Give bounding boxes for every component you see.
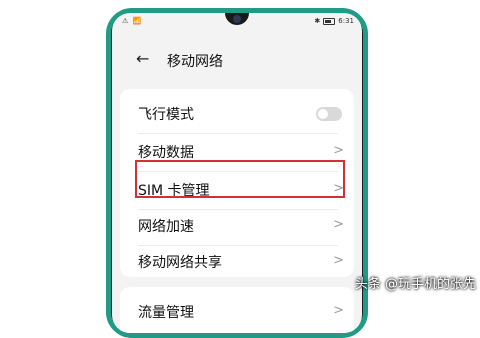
settings-row-airplane-mode[interactable]: 飞行模式 — [120, 95, 354, 133]
clock: 6:31 — [338, 17, 354, 25]
settings-row-label: 网络加速 — [138, 219, 194, 235]
status-right: ✱ 6:31 — [314, 17, 354, 25]
settings-row-label: 飞行模式 — [138, 107, 194, 123]
settings-card-2: 流量管理 > — [120, 287, 354, 333]
back-arrow-icon[interactable]: ← — [136, 49, 149, 69]
camera-notch — [225, 13, 249, 25]
settings-row-label: 移动数据 — [138, 145, 194, 161]
settings-row-label: 流量管理 — [138, 305, 194, 321]
toggle-knob — [318, 109, 328, 119]
chevron-right-icon: > — [333, 143, 344, 158]
chevron-right-icon: > — [333, 303, 344, 318]
settings-row-tethering[interactable]: 移动网络共享 > — [120, 243, 354, 281]
airplane-mode-toggle[interactable] — [316, 107, 342, 121]
watermark: 头条 @玩手机的张先 — [354, 277, 476, 292]
status-bar: ⚠ 📶 ✱ 6:31 — [112, 13, 362, 29]
bluetooth-icon: ✱ — [314, 17, 321, 25]
sim-management-highlight-box — [135, 160, 345, 198]
settings-row-data-usage[interactable]: 流量管理 > — [120, 293, 354, 331]
title-bar: ← 移动网络 — [112, 47, 362, 73]
settings-row-network-acceleration[interactable]: 网络加速 > — [120, 207, 354, 245]
chevron-right-icon: > — [333, 217, 344, 232]
battery-icon — [323, 17, 336, 25]
chevron-right-icon: > — [333, 253, 344, 268]
camera-icon — [233, 15, 241, 23]
page-title: 移动网络 — [167, 54, 223, 70]
status-left-icons: ⚠ 📶 — [122, 17, 143, 25]
settings-row-label: 移动网络共享 — [138, 255, 222, 271]
